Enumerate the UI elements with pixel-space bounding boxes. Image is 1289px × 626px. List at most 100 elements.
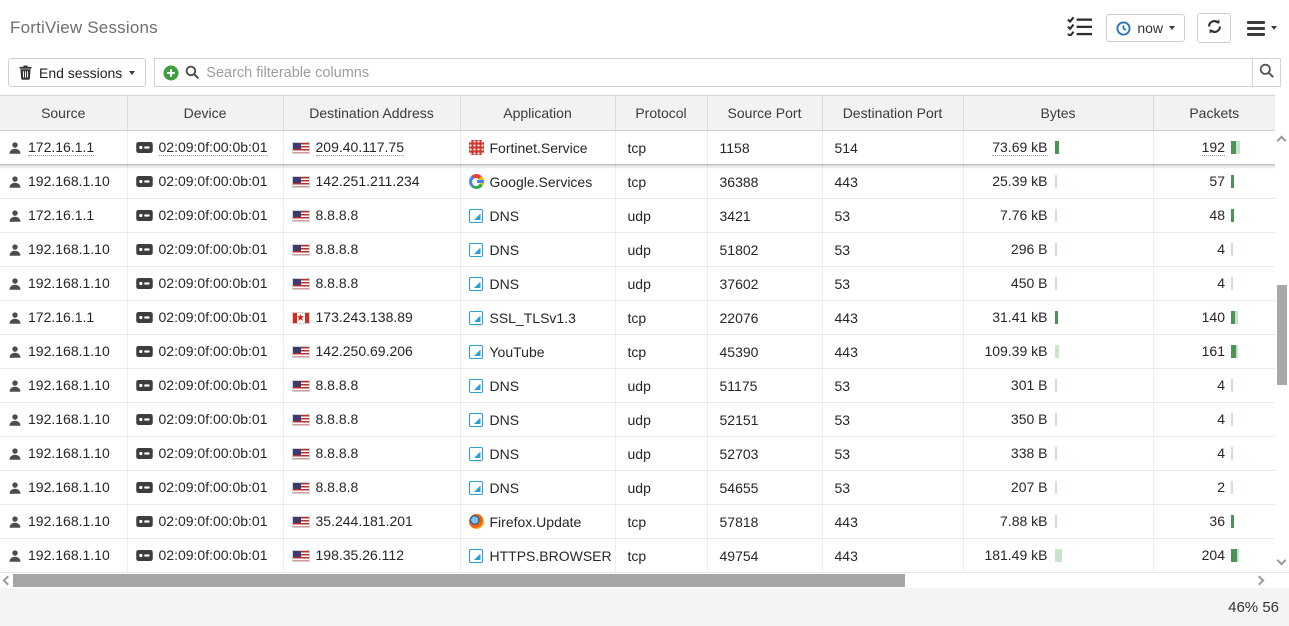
packets-value[interactable]: 4 xyxy=(1217,241,1225,258)
bytes-value[interactable]: 296 B xyxy=(1011,241,1048,258)
vertical-scrollbar-thumb[interactable] xyxy=(1277,285,1287,385)
application-name[interactable]: DNS xyxy=(490,276,520,292)
session-row[interactable]: 192.168.1.10 02:09:0f:00:0b:01 142.250.6… xyxy=(0,335,1275,369)
bytes-value[interactable]: 73.69 kB xyxy=(992,139,1047,156)
destination-ip[interactable]: 8.8.8.8 xyxy=(316,411,359,428)
application-name[interactable]: DNS xyxy=(490,480,520,496)
application-name[interactable]: DNS xyxy=(490,242,520,258)
destination-ip[interactable]: 8.8.8.8 xyxy=(316,479,359,496)
destination-ip[interactable]: 8.8.8.8 xyxy=(316,377,359,394)
source-ip[interactable]: 192.168.1.10 xyxy=(28,377,110,394)
packets-value[interactable]: 140 xyxy=(1202,309,1225,326)
session-row[interactable]: 192.168.1.10 02:09:0f:00:0b:01 8.8.8.8 D… xyxy=(0,471,1275,505)
scroll-left-icon[interactable] xyxy=(3,576,13,586)
device-mac[interactable]: 02:09:0f:00:0b:01 xyxy=(159,445,268,462)
device-mac[interactable]: 02:09:0f:00:0b:01 xyxy=(159,411,268,428)
application-name[interactable]: Fortinet.Service xyxy=(490,140,588,156)
device-mac[interactable]: 02:09:0f:00:0b:01 xyxy=(159,309,268,326)
vertical-scrollbar[interactable] xyxy=(1275,131,1289,572)
destination-ip[interactable]: 35.244.181.201 xyxy=(316,513,413,530)
destination-ip[interactable]: 8.8.8.8 xyxy=(316,445,359,462)
destination-ip[interactable]: 8.8.8.8 xyxy=(316,207,359,224)
bytes-value[interactable]: 7.88 kB xyxy=(1000,513,1047,530)
application-name[interactable]: HTTPS.BROWSER xyxy=(490,548,612,564)
column-header-source[interactable]: Source xyxy=(0,96,127,131)
source-ip[interactable]: 172.16.1.1 xyxy=(28,207,94,224)
column-header-destination-address[interactable]: Destination Address xyxy=(283,96,460,131)
packets-value[interactable]: 4 xyxy=(1217,411,1225,428)
application-name[interactable]: Google.Services xyxy=(490,174,593,190)
search-input[interactable] xyxy=(206,59,1252,86)
source-ip[interactable]: 192.168.1.10 xyxy=(28,173,110,190)
session-row[interactable]: 192.168.1.10 02:09:0f:00:0b:01 142.251.2… xyxy=(0,165,1275,199)
column-header-protocol[interactable]: Protocol xyxy=(615,96,707,131)
application-name[interactable]: DNS xyxy=(490,446,520,462)
destination-ip[interactable]: 142.250.69.206 xyxy=(316,343,413,360)
bytes-value[interactable]: 450 B xyxy=(1011,275,1048,292)
session-row[interactable]: 192.168.1.10 02:09:0f:00:0b:01 8.8.8.8 D… xyxy=(0,233,1275,267)
bytes-value[interactable]: 301 B xyxy=(1011,377,1048,394)
add-filter-button[interactable] xyxy=(163,65,179,81)
packets-value[interactable]: 161 xyxy=(1202,343,1225,360)
session-row[interactable]: 172.16.1.1 02:09:0f:00:0b:01 8.8.8.8 DNS… xyxy=(0,199,1275,233)
destination-ip[interactable]: 142.251.211.234 xyxy=(316,173,420,190)
destination-ip[interactable]: 8.8.8.8 xyxy=(316,275,359,292)
source-ip[interactable]: 172.16.1.1 xyxy=(28,139,94,156)
packets-value[interactable]: 4 xyxy=(1217,275,1225,292)
destination-ip[interactable]: 8.8.8.8 xyxy=(316,241,359,258)
session-row[interactable]: 192.168.1.10 02:09:0f:00:0b:01 8.8.8.8 D… xyxy=(0,437,1275,471)
source-ip[interactable]: 192.168.1.10 xyxy=(28,547,110,564)
column-header-bytes[interactable]: Bytes xyxy=(963,96,1153,131)
application-name[interactable]: SSL_TLSv1.3 xyxy=(490,310,576,326)
source-ip[interactable]: 192.168.1.10 xyxy=(28,241,110,258)
destination-ip[interactable]: 173.243.138.89 xyxy=(316,309,413,326)
packets-value[interactable]: 36 xyxy=(1209,513,1225,530)
bytes-value[interactable]: 181.49 kB xyxy=(984,547,1047,564)
bytes-value[interactable]: 25.39 kB xyxy=(992,173,1047,190)
destination-ip[interactable]: 209.40.117.75 xyxy=(316,139,405,156)
packets-value[interactable]: 4 xyxy=(1217,377,1225,394)
application-name[interactable]: Firefox.Update xyxy=(490,514,582,530)
packets-value[interactable]: 48 xyxy=(1209,207,1225,224)
bytes-value[interactable]: 7.76 kB xyxy=(1000,207,1047,224)
device-mac[interactable]: 02:09:0f:00:0b:01 xyxy=(159,547,268,564)
destination-ip[interactable]: 198.35.26.112 xyxy=(316,547,405,564)
bytes-value[interactable]: 207 B xyxy=(1011,479,1048,496)
source-ip[interactable]: 192.168.1.10 xyxy=(28,411,110,428)
application-name[interactable]: YouTube xyxy=(490,344,545,360)
scroll-up-icon[interactable] xyxy=(1277,136,1287,146)
session-row[interactable]: 192.168.1.10 02:09:0f:00:0b:01 8.8.8.8 D… xyxy=(0,403,1275,437)
search-button[interactable] xyxy=(1252,59,1280,86)
device-mac[interactable]: 02:09:0f:00:0b:01 xyxy=(159,343,268,360)
device-mac[interactable]: 02:09:0f:00:0b:01 xyxy=(159,139,268,156)
packets-value[interactable]: 2 xyxy=(1217,479,1225,496)
bytes-value[interactable]: 350 B xyxy=(1011,411,1048,428)
device-mac[interactable]: 02:09:0f:00:0b:01 xyxy=(159,207,268,224)
packets-value[interactable]: 4 xyxy=(1217,445,1225,462)
scroll-down-icon[interactable] xyxy=(1277,556,1287,566)
column-header-destination-port[interactable]: Destination Port xyxy=(822,96,963,131)
source-ip[interactable]: 192.168.1.10 xyxy=(28,445,110,462)
device-mac[interactable]: 02:09:0f:00:0b:01 xyxy=(159,377,268,394)
source-ip[interactable]: 192.168.1.10 xyxy=(28,275,110,292)
end-sessions-button[interactable]: End sessions xyxy=(8,58,146,87)
column-header-application[interactable]: Application xyxy=(460,96,615,131)
session-row[interactable]: 192.168.1.10 02:09:0f:00:0b:01 8.8.8.8 D… xyxy=(0,369,1275,403)
scroll-right-icon[interactable] xyxy=(1255,576,1265,586)
device-mac[interactable]: 02:09:0f:00:0b:01 xyxy=(159,275,268,292)
horizontal-scrollbar-thumb[interactable] xyxy=(13,574,905,587)
packets-value[interactable]: 57 xyxy=(1209,173,1225,190)
column-settings-button[interactable] xyxy=(1067,16,1092,41)
application-name[interactable]: DNS xyxy=(490,378,520,394)
bytes-value[interactable]: 31.41 kB xyxy=(992,309,1047,326)
session-row[interactable]: 192.168.1.10 02:09:0f:00:0b:01 8.8.8.8 D… xyxy=(0,267,1275,301)
column-header-source-port[interactable]: Source Port xyxy=(707,96,822,131)
source-ip[interactable]: 192.168.1.10 xyxy=(28,479,110,496)
application-name[interactable]: DNS xyxy=(490,208,520,224)
menu-button[interactable] xyxy=(1247,21,1277,36)
session-row[interactable]: 192.168.1.10 02:09:0f:00:0b:01 198.35.26… xyxy=(0,539,1275,573)
horizontal-scrollbar[interactable] xyxy=(0,572,1289,588)
time-range-button[interactable]: now xyxy=(1106,14,1185,42)
column-header-packets[interactable]: Packets xyxy=(1153,96,1275,131)
packets-value[interactable]: 192 xyxy=(1202,139,1225,156)
